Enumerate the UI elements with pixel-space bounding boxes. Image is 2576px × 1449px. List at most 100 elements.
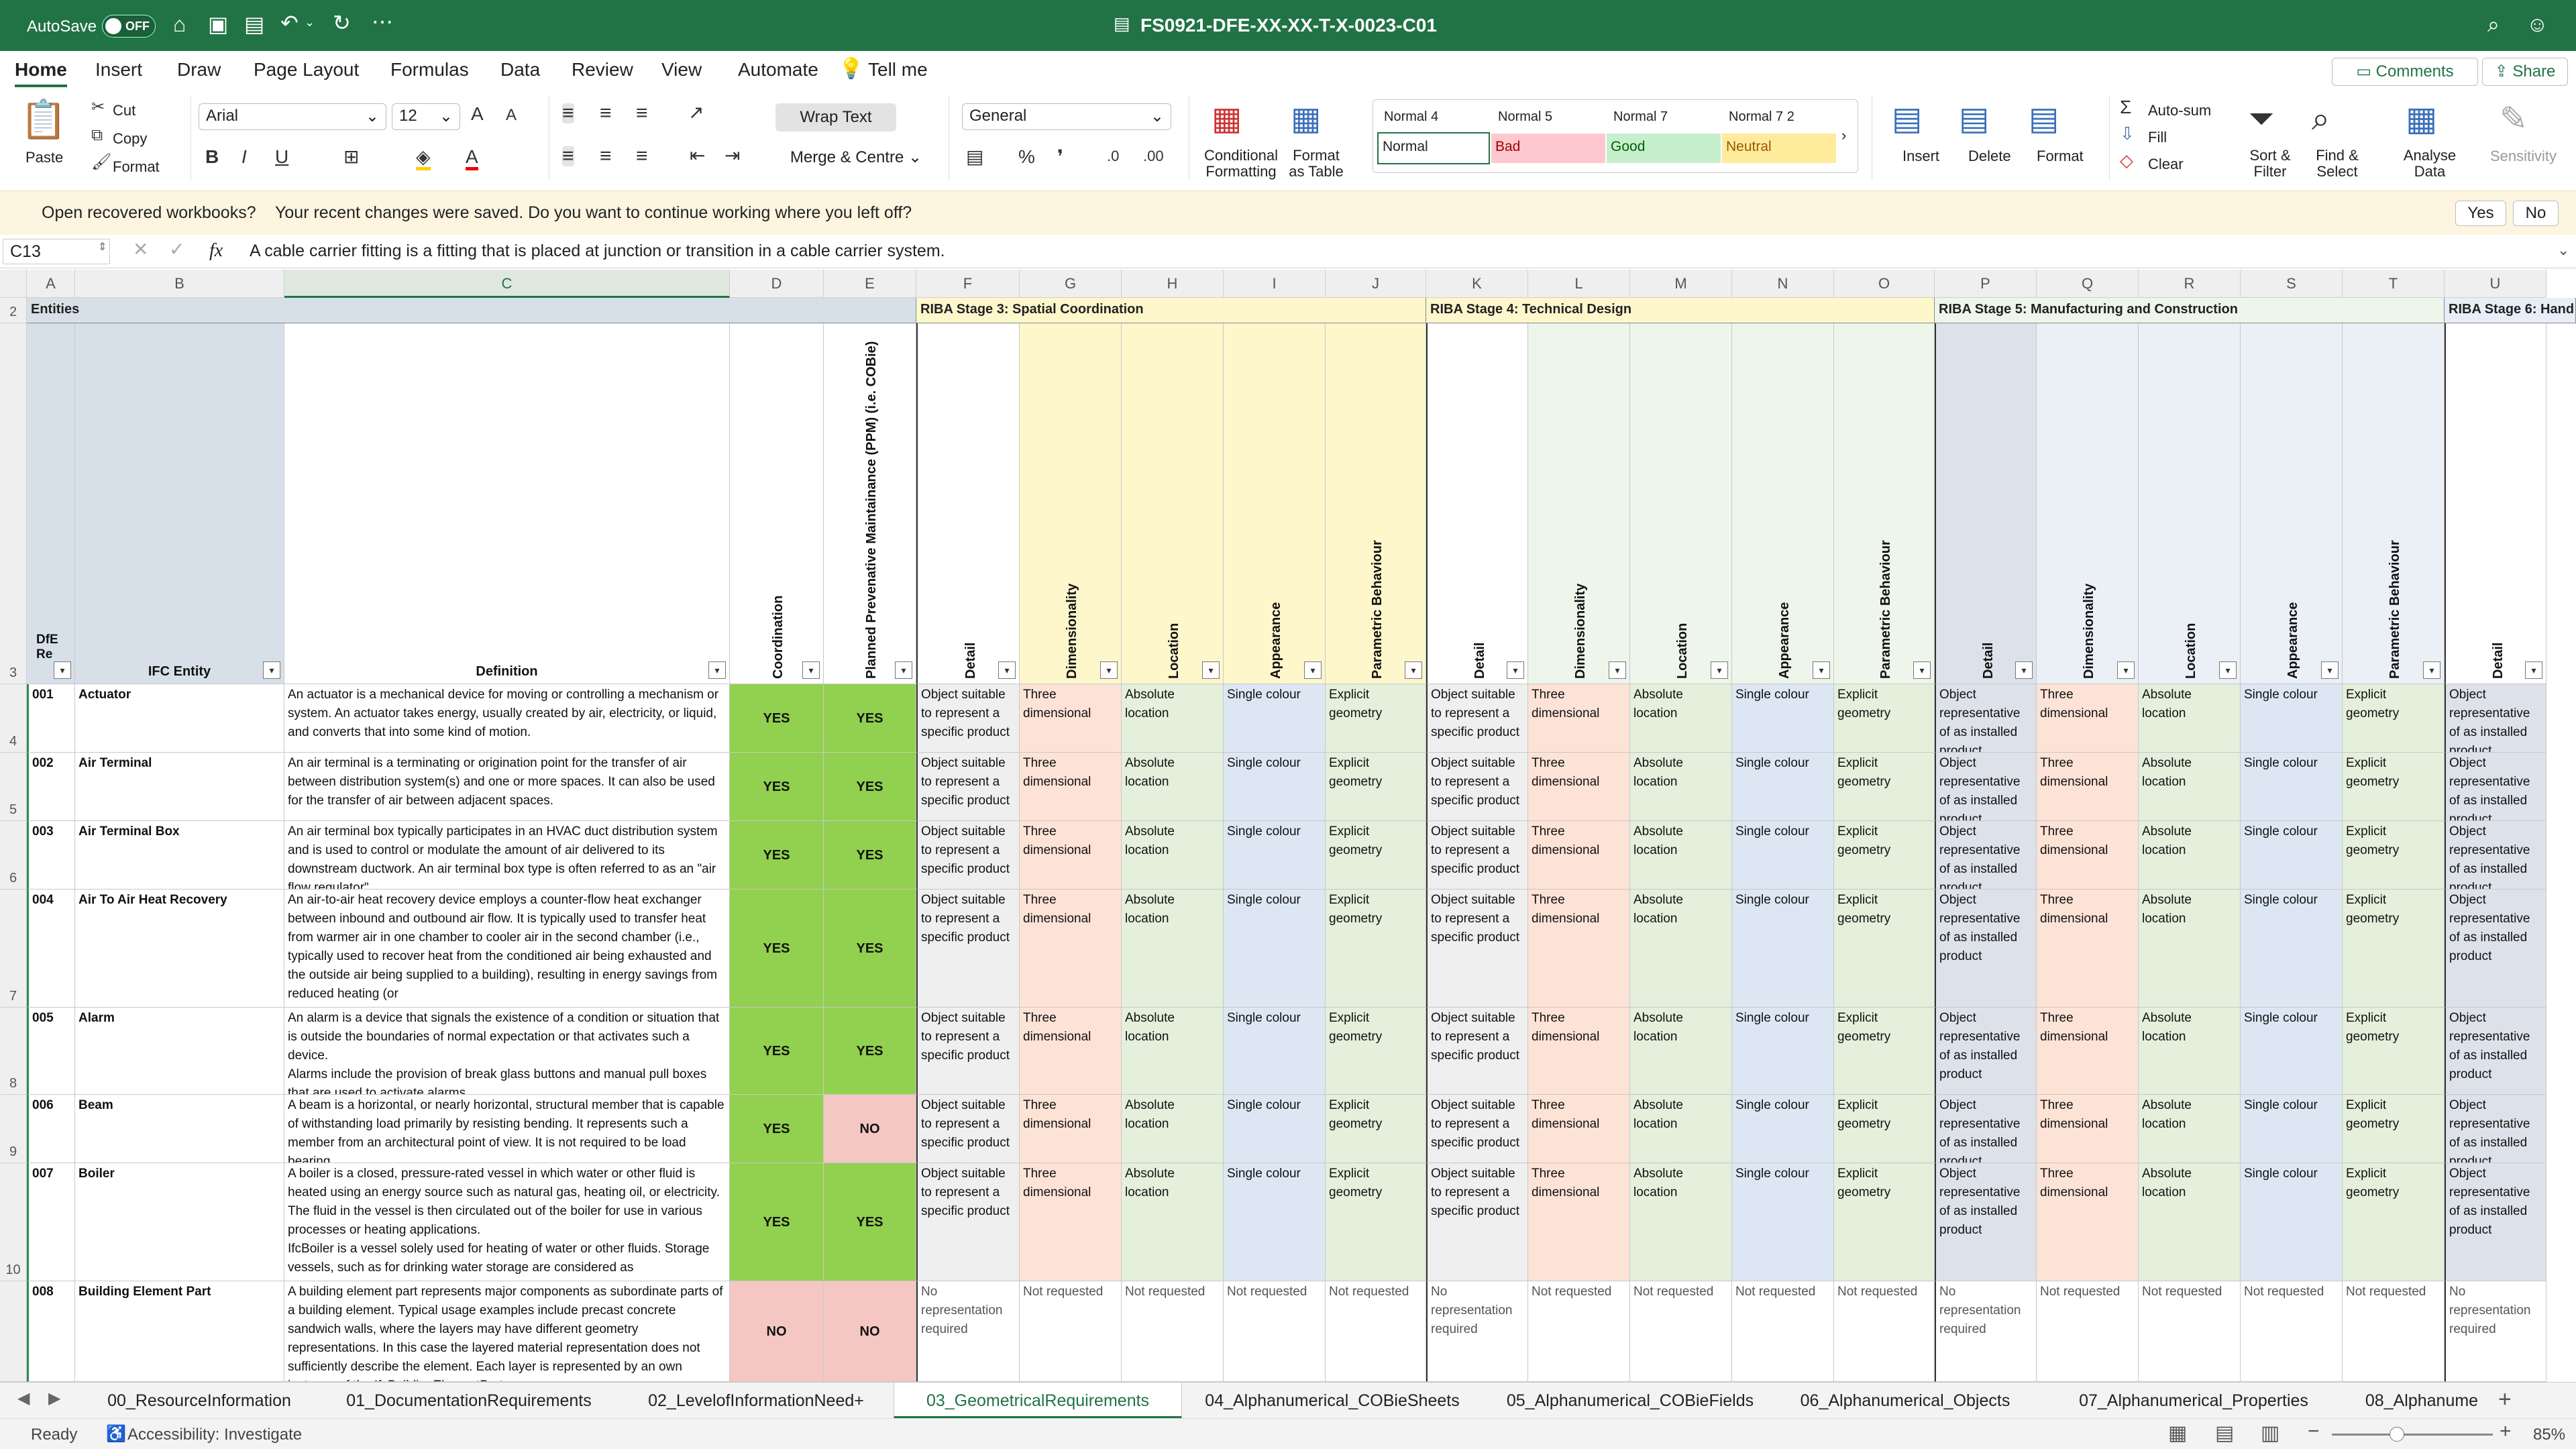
stage-value-cell[interactable]: Single colour	[1732, 890, 1834, 1008]
stage-value-cell[interactable]: Single colour	[1224, 821, 1326, 890]
copy-label[interactable]: Copy	[113, 130, 147, 148]
style-normal-5[interactable]: Normal 5	[1498, 109, 1552, 125]
column-header[interactable]: B	[75, 270, 284, 298]
filter-dropdown-icon[interactable]: ▾	[1100, 661, 1118, 679]
stage-value-cell[interactable]: Three dimensional	[1528, 890, 1630, 1008]
definition-cell[interactable]: A beam is a horizontal, or nearly horizo…	[284, 1095, 730, 1163]
filter-dropdown-icon[interactable]: ▾	[895, 661, 912, 679]
filter-dropdown-icon[interactable]: ▾	[2015, 661, 2033, 679]
stage-value-cell[interactable]: Three dimensional	[2037, 753, 2139, 821]
ifc-entity-cell[interactable]: Building Element Part	[75, 1281, 284, 1382]
align-bottom-icon[interactable]: ≡	[636, 103, 648, 123]
stage-value-cell[interactable]: Not requested	[1122, 1281, 1224, 1382]
stage-value-cell[interactable]: Three dimensional	[1528, 1008, 1630, 1095]
orientation-icon[interactable]: ↗	[688, 103, 704, 122]
dfe-ref-cell[interactable]: 006	[27, 1095, 75, 1163]
stage-value-cell[interactable]: Object representative of as installed pr…	[2445, 1163, 2546, 1281]
definition-cell[interactable]: An air-to-air heat recovery device emplo…	[284, 890, 730, 1008]
worksheet-grid[interactable]: A B C D E F G H I J K L M N O P Q R S T U 2 3 4 5 6 7 8 9 10 Entities R…	[0, 270, 2576, 1382]
stage-value-cell[interactable]: Absolute location	[1630, 890, 1732, 1008]
stage-value-cell[interactable]: Absolute location	[1630, 1163, 1732, 1281]
column-header[interactable]: I	[1224, 270, 1326, 298]
stage-value-cell[interactable]: Object representative of as installed pr…	[1935, 753, 2037, 821]
row-header[interactable]: 7	[0, 890, 27, 1008]
row-header[interactable]	[0, 1281, 27, 1382]
column-header[interactable]: G	[1020, 270, 1122, 298]
column-header[interactable]: F	[916, 270, 1020, 298]
dfe-ref-cell[interactable]: 003	[27, 821, 75, 890]
style-neutral[interactable]: Neutral	[1722, 133, 1836, 163]
delete-cells-icon[interactable]: ▤	[1959, 103, 1989, 136]
column-header[interactable]: M	[1630, 270, 1732, 298]
stage-value-cell[interactable]: Object representative of as installed pr…	[1935, 1163, 2037, 1281]
stage-value-cell[interactable]: Object representative of as installed pr…	[1935, 1008, 2037, 1095]
stage-value-cell[interactable]: No representation required	[1935, 1281, 2037, 1382]
stage-value-cell[interactable]: Absolute location	[1122, 1095, 1224, 1163]
percent-icon[interactable]: %	[1018, 148, 1035, 166]
column-header[interactable]: K	[1426, 270, 1528, 298]
column-header[interactable]: P	[1935, 270, 2037, 298]
filter-dropdown-icon[interactable]: ▾	[2423, 661, 2440, 679]
stage-value-cell[interactable]: Single colour	[2241, 753, 2343, 821]
stage-value-cell[interactable]: Single colour	[1224, 1008, 1326, 1095]
sheet-tab[interactable]: 00_ResourceInformation	[80, 1383, 318, 1419]
yes-no-cell[interactable]: NO	[824, 1095, 916, 1163]
page-break-view-icon[interactable]: ▥	[2261, 1421, 2279, 1445]
definition-cell[interactable]: A building element part represents major…	[284, 1281, 730, 1382]
align-center-icon[interactable]: ≡	[600, 146, 612, 166]
tab-insert[interactable]: Insert	[95, 59, 142, 80]
font-name-select[interactable]: Arial ⌄	[199, 103, 386, 130]
yes-no-cell[interactable]: YES	[824, 821, 916, 890]
column-header[interactable]: R	[2139, 270, 2241, 298]
ifc-entity-cell[interactable]: Air To Air Heat Recovery	[75, 890, 284, 1008]
stage-value-cell[interactable]: Absolute location	[2139, 1095, 2241, 1163]
stage-value-cell[interactable]: Explicit geometry	[1326, 753, 1426, 821]
stage-value-cell[interactable]: Single colour	[2241, 1163, 2343, 1281]
stage-value-cell[interactable]: Object suitable to represent a specific …	[916, 890, 1020, 1008]
cancel-icon[interactable]: ✕	[133, 240, 148, 259]
stage-value-cell[interactable]: Single colour	[1224, 890, 1326, 1008]
chevron-down-icon[interactable]: ⌄	[305, 16, 315, 28]
stage-value-cell[interactable]: Not requested	[1834, 1281, 1935, 1382]
fill-label[interactable]: Fill	[2148, 129, 2167, 146]
sheet-tab[interactable]: 08_Alphanume	[2355, 1383, 2489, 1419]
stage-value-cell[interactable]: Absolute location	[1122, 821, 1224, 890]
account-icon[interactable]: ☺	[2526, 13, 2548, 35]
find-select-label[interactable]: Find & Select	[2305, 148, 2369, 180]
stage-value-cell[interactable]: Three dimensional	[1020, 890, 1122, 1008]
dfe-ref-cell[interactable]: 008	[27, 1281, 75, 1382]
stage-value-cell[interactable]: Absolute location	[1122, 1163, 1224, 1281]
more-icon[interactable]: ⋯	[372, 11, 393, 32]
stage-value-cell[interactable]: Explicit geometry	[1326, 821, 1426, 890]
format-as-table-label[interactable]: Format as Table	[1284, 148, 1348, 180]
stage-value-cell[interactable]: Absolute location	[1630, 1008, 1732, 1095]
definition-cell[interactable]: An air terminal box typically participat…	[284, 821, 730, 890]
stage-value-cell[interactable]: Object representative of as installed pr…	[1935, 890, 2037, 1008]
tab-review[interactable]: Review	[572, 59, 633, 80]
conditional-formatting-label[interactable]: Conditional Formatting	[1201, 148, 1281, 180]
sheet-tab[interactable]: 01_DocumentationRequirements	[318, 1383, 620, 1419]
ifc-entity-cell[interactable]: Air Terminal Box	[75, 821, 284, 890]
chevron-right-icon[interactable]: ›	[1841, 127, 1846, 144]
insert-cells-label[interactable]: Insert	[1902, 148, 1939, 165]
stage-value-cell[interactable]: Single colour	[1732, 1095, 1834, 1163]
column-header[interactable]: N	[1732, 270, 1834, 298]
ifc-entity-cell[interactable]: Boiler	[75, 1163, 284, 1281]
stage-value-cell[interactable]: Explicit geometry	[1326, 890, 1426, 1008]
column-header[interactable]: O	[1834, 270, 1935, 298]
insert-cells-icon[interactable]: ▤	[1892, 103, 1922, 136]
add-sheet-icon[interactable]: +	[2498, 1388, 2512, 1411]
row-header[interactable]: 8	[0, 1008, 27, 1095]
column-header[interactable]: Q	[2037, 270, 2139, 298]
stage-value-cell[interactable]: Absolute location	[1122, 890, 1224, 1008]
stage-value-cell[interactable]: Object suitable to represent a specific …	[916, 821, 1020, 890]
cut-icon[interactable]: ✂	[91, 99, 105, 115]
yes-no-cell[interactable]: YES	[730, 1163, 824, 1281]
name-box[interactable]: C13	[3, 239, 110, 264]
prev-sheet-icon[interactable]: ◀	[17, 1391, 30, 1407]
style-normal-7-2[interactable]: Normal 7 2	[1729, 109, 1794, 125]
sheet-tab-active[interactable]: 03_GeometricalRequirements	[894, 1383, 1182, 1419]
tab-automate[interactable]: Automate	[738, 59, 818, 80]
yes-no-cell[interactable]: YES	[824, 684, 916, 753]
accessibility-icon[interactable]: ♿	[106, 1424, 126, 1444]
